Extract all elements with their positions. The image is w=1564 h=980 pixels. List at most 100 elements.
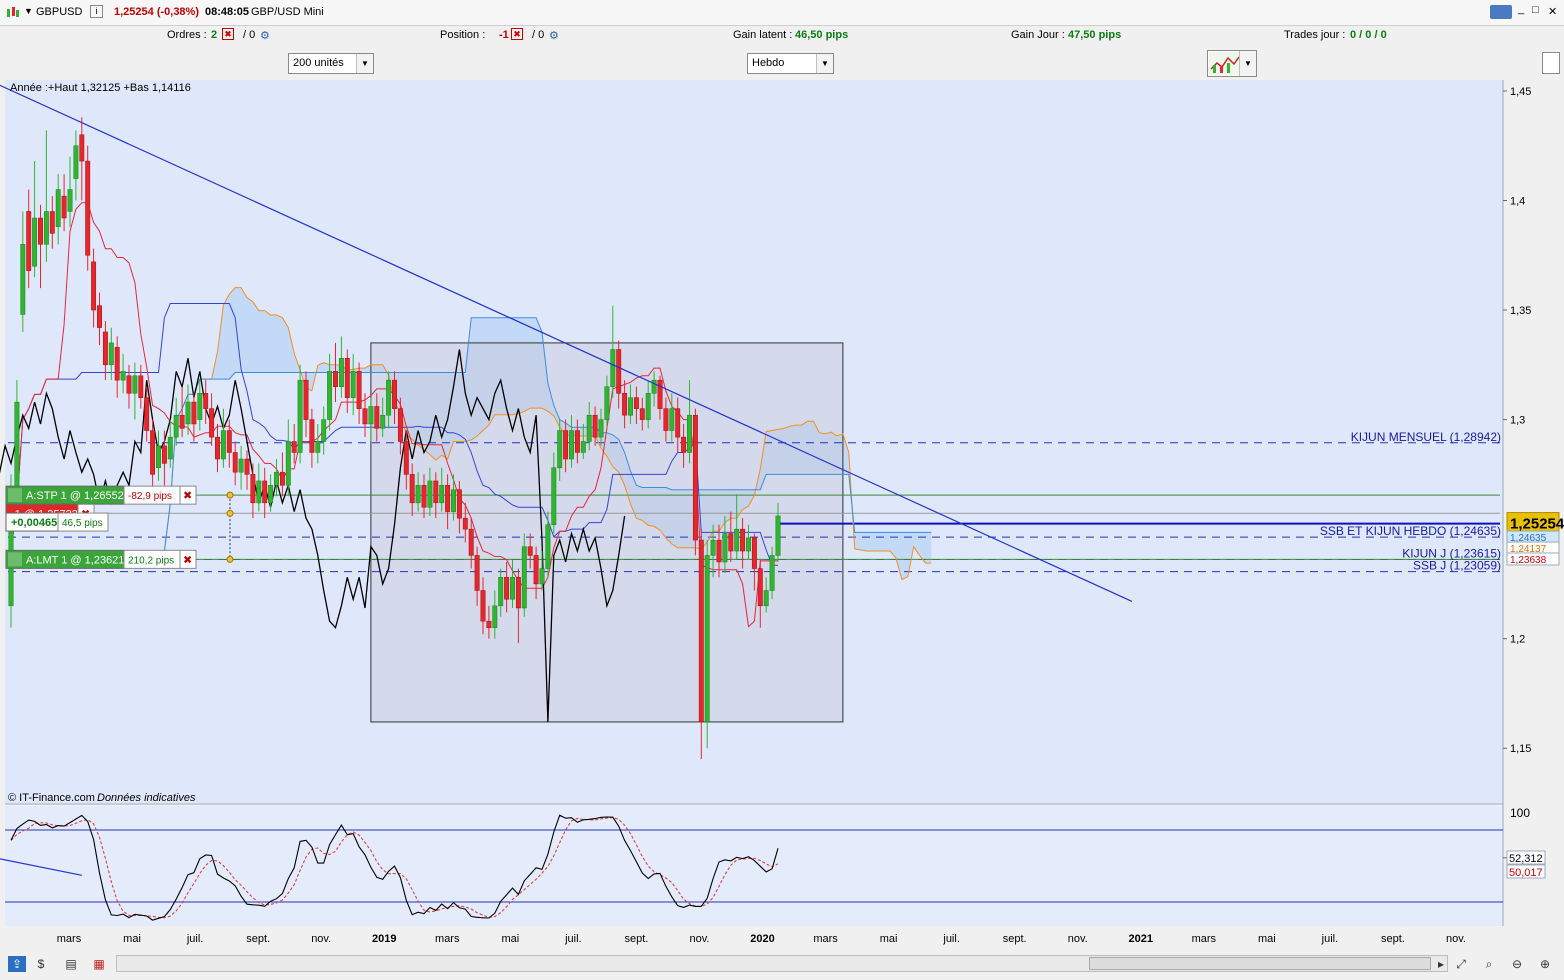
candle-down[interactable] bbox=[279, 471, 285, 486]
candle-up[interactable] bbox=[746, 537, 751, 552]
candle-down[interactable] bbox=[79, 134, 85, 162]
order-handle[interactable] bbox=[226, 555, 234, 563]
candle-down[interactable] bbox=[728, 533, 734, 552]
candle-down[interactable] bbox=[303, 379, 309, 420]
candle-down[interactable] bbox=[226, 430, 232, 453]
notes-icon[interactable]: ▤ bbox=[62, 956, 80, 972]
candle-up[interactable] bbox=[710, 539, 716, 556]
order-handle[interactable] bbox=[226, 491, 234, 499]
candle-down[interactable] bbox=[102, 331, 108, 366]
candle-down[interactable] bbox=[49, 211, 55, 234]
candle-up[interactable] bbox=[315, 441, 321, 453]
order-handle[interactable] bbox=[226, 509, 234, 517]
candle-up[interactable] bbox=[120, 371, 126, 381]
candle-up[interactable] bbox=[551, 467, 557, 526]
candle-down[interactable] bbox=[757, 568, 763, 607]
candle-down[interactable] bbox=[344, 357, 350, 398]
candle-down[interactable] bbox=[191, 401, 197, 425]
zoom-out-icon[interactable]: ⊖ bbox=[1508, 956, 1526, 972]
fit-chart-icon[interactable]: ⤢ bbox=[1452, 956, 1470, 972]
candle-up[interactable] bbox=[20, 244, 26, 315]
candle-up[interactable] bbox=[132, 375, 138, 394]
candle-up[interactable] bbox=[521, 546, 527, 609]
candle-down[interactable] bbox=[527, 546, 533, 556]
candle-up[interactable] bbox=[775, 515, 781, 556]
candle-up[interactable] bbox=[510, 577, 515, 600]
candle-up[interactable] bbox=[73, 145, 79, 179]
candle-up[interactable] bbox=[604, 386, 610, 420]
share-icon[interactable]: ⇪ bbox=[8, 956, 26, 972]
candle-down[interactable] bbox=[138, 375, 144, 398]
time-scrollbar[interactable] bbox=[116, 955, 1448, 972]
candle-down[interactable] bbox=[681, 436, 687, 453]
candle-up[interactable] bbox=[580, 441, 586, 453]
candle-down[interactable] bbox=[309, 419, 315, 453]
candle-up[interactable] bbox=[108, 342, 114, 366]
candle-down[interactable] bbox=[622, 393, 628, 416]
candle-up[interactable] bbox=[327, 371, 333, 420]
candle-up[interactable] bbox=[545, 524, 551, 569]
candle-down[interactable] bbox=[592, 414, 598, 438]
candle-up[interactable] bbox=[645, 393, 651, 420]
candle-up[interactable] bbox=[238, 458, 244, 473]
candle-down[interactable] bbox=[515, 577, 521, 609]
candle-up[interactable] bbox=[651, 379, 657, 394]
candle-down[interactable] bbox=[445, 485, 451, 512]
candle-down[interactable] bbox=[675, 408, 681, 438]
candle-up[interactable] bbox=[67, 189, 73, 212]
candle-up[interactable] bbox=[32, 217, 38, 267]
candle-up[interactable] bbox=[722, 533, 728, 563]
candle-up[interactable] bbox=[763, 590, 769, 607]
candle-down[interactable] bbox=[409, 474, 415, 504]
zoom-area-icon[interactable]: ⌕ bbox=[1480, 956, 1498, 972]
candle-up[interactable] bbox=[769, 555, 775, 591]
candle-up[interactable] bbox=[704, 555, 710, 723]
candle-up[interactable] bbox=[55, 189, 61, 228]
candle-down[interactable] bbox=[462, 517, 468, 530]
candle-up[interactable] bbox=[586, 414, 592, 442]
candle-up[interactable] bbox=[368, 406, 374, 425]
candle-down[interactable] bbox=[61, 195, 67, 219]
candle-up[interactable] bbox=[350, 371, 356, 398]
candle-up[interactable] bbox=[297, 379, 303, 453]
candle-down[interactable] bbox=[456, 489, 462, 519]
order-toggle-icon[interactable] bbox=[8, 488, 22, 503]
candle-up[interactable] bbox=[274, 471, 279, 486]
candle-up[interactable] bbox=[220, 430, 226, 460]
candle-down[interactable] bbox=[85, 160, 91, 256]
candle-up[interactable] bbox=[197, 393, 203, 420]
candle-down[interactable] bbox=[374, 406, 380, 429]
candle-up[interactable] bbox=[439, 485, 445, 504]
candle-down[interactable] bbox=[232, 452, 238, 473]
candle-up[interactable] bbox=[268, 485, 274, 504]
candle-down[interactable] bbox=[751, 537, 757, 569]
candle-up[interactable] bbox=[386, 379, 392, 416]
candle-up[interactable] bbox=[156, 445, 161, 469]
candle-up[interactable] bbox=[628, 397, 633, 416]
candle-down[interactable] bbox=[244, 458, 250, 475]
candle-down[interactable] bbox=[533, 555, 539, 585]
candle-down[interactable] bbox=[161, 445, 167, 464]
candle-up[interactable] bbox=[380, 414, 386, 429]
candle-down[interactable] bbox=[215, 436, 220, 460]
candle-down[interactable] bbox=[209, 408, 215, 438]
candle-down[interactable] bbox=[362, 408, 368, 425]
candle-up[interactable] bbox=[687, 414, 692, 453]
candle-down[interactable] bbox=[356, 371, 362, 409]
candle-down[interactable] bbox=[480, 590, 486, 622]
candle-down[interactable] bbox=[468, 528, 474, 556]
candle-up[interactable] bbox=[610, 349, 616, 387]
candle-up[interactable] bbox=[557, 430, 563, 469]
scrollbar-thumb[interactable] bbox=[1089, 957, 1431, 970]
candle-down[interactable] bbox=[663, 408, 669, 431]
candle-up[interactable] bbox=[734, 528, 740, 552]
candle-down[interactable] bbox=[91, 261, 97, 311]
candle-down[interactable] bbox=[97, 305, 102, 328]
candle-down[interactable] bbox=[433, 480, 439, 504]
candle-up[interactable] bbox=[167, 436, 173, 460]
candle-down[interactable] bbox=[397, 408, 403, 442]
candle-down[interactable] bbox=[716, 539, 722, 563]
candle-down[interactable] bbox=[403, 441, 409, 475]
candle-down[interactable] bbox=[291, 441, 297, 453]
candle-down[interactable] bbox=[616, 349, 622, 394]
